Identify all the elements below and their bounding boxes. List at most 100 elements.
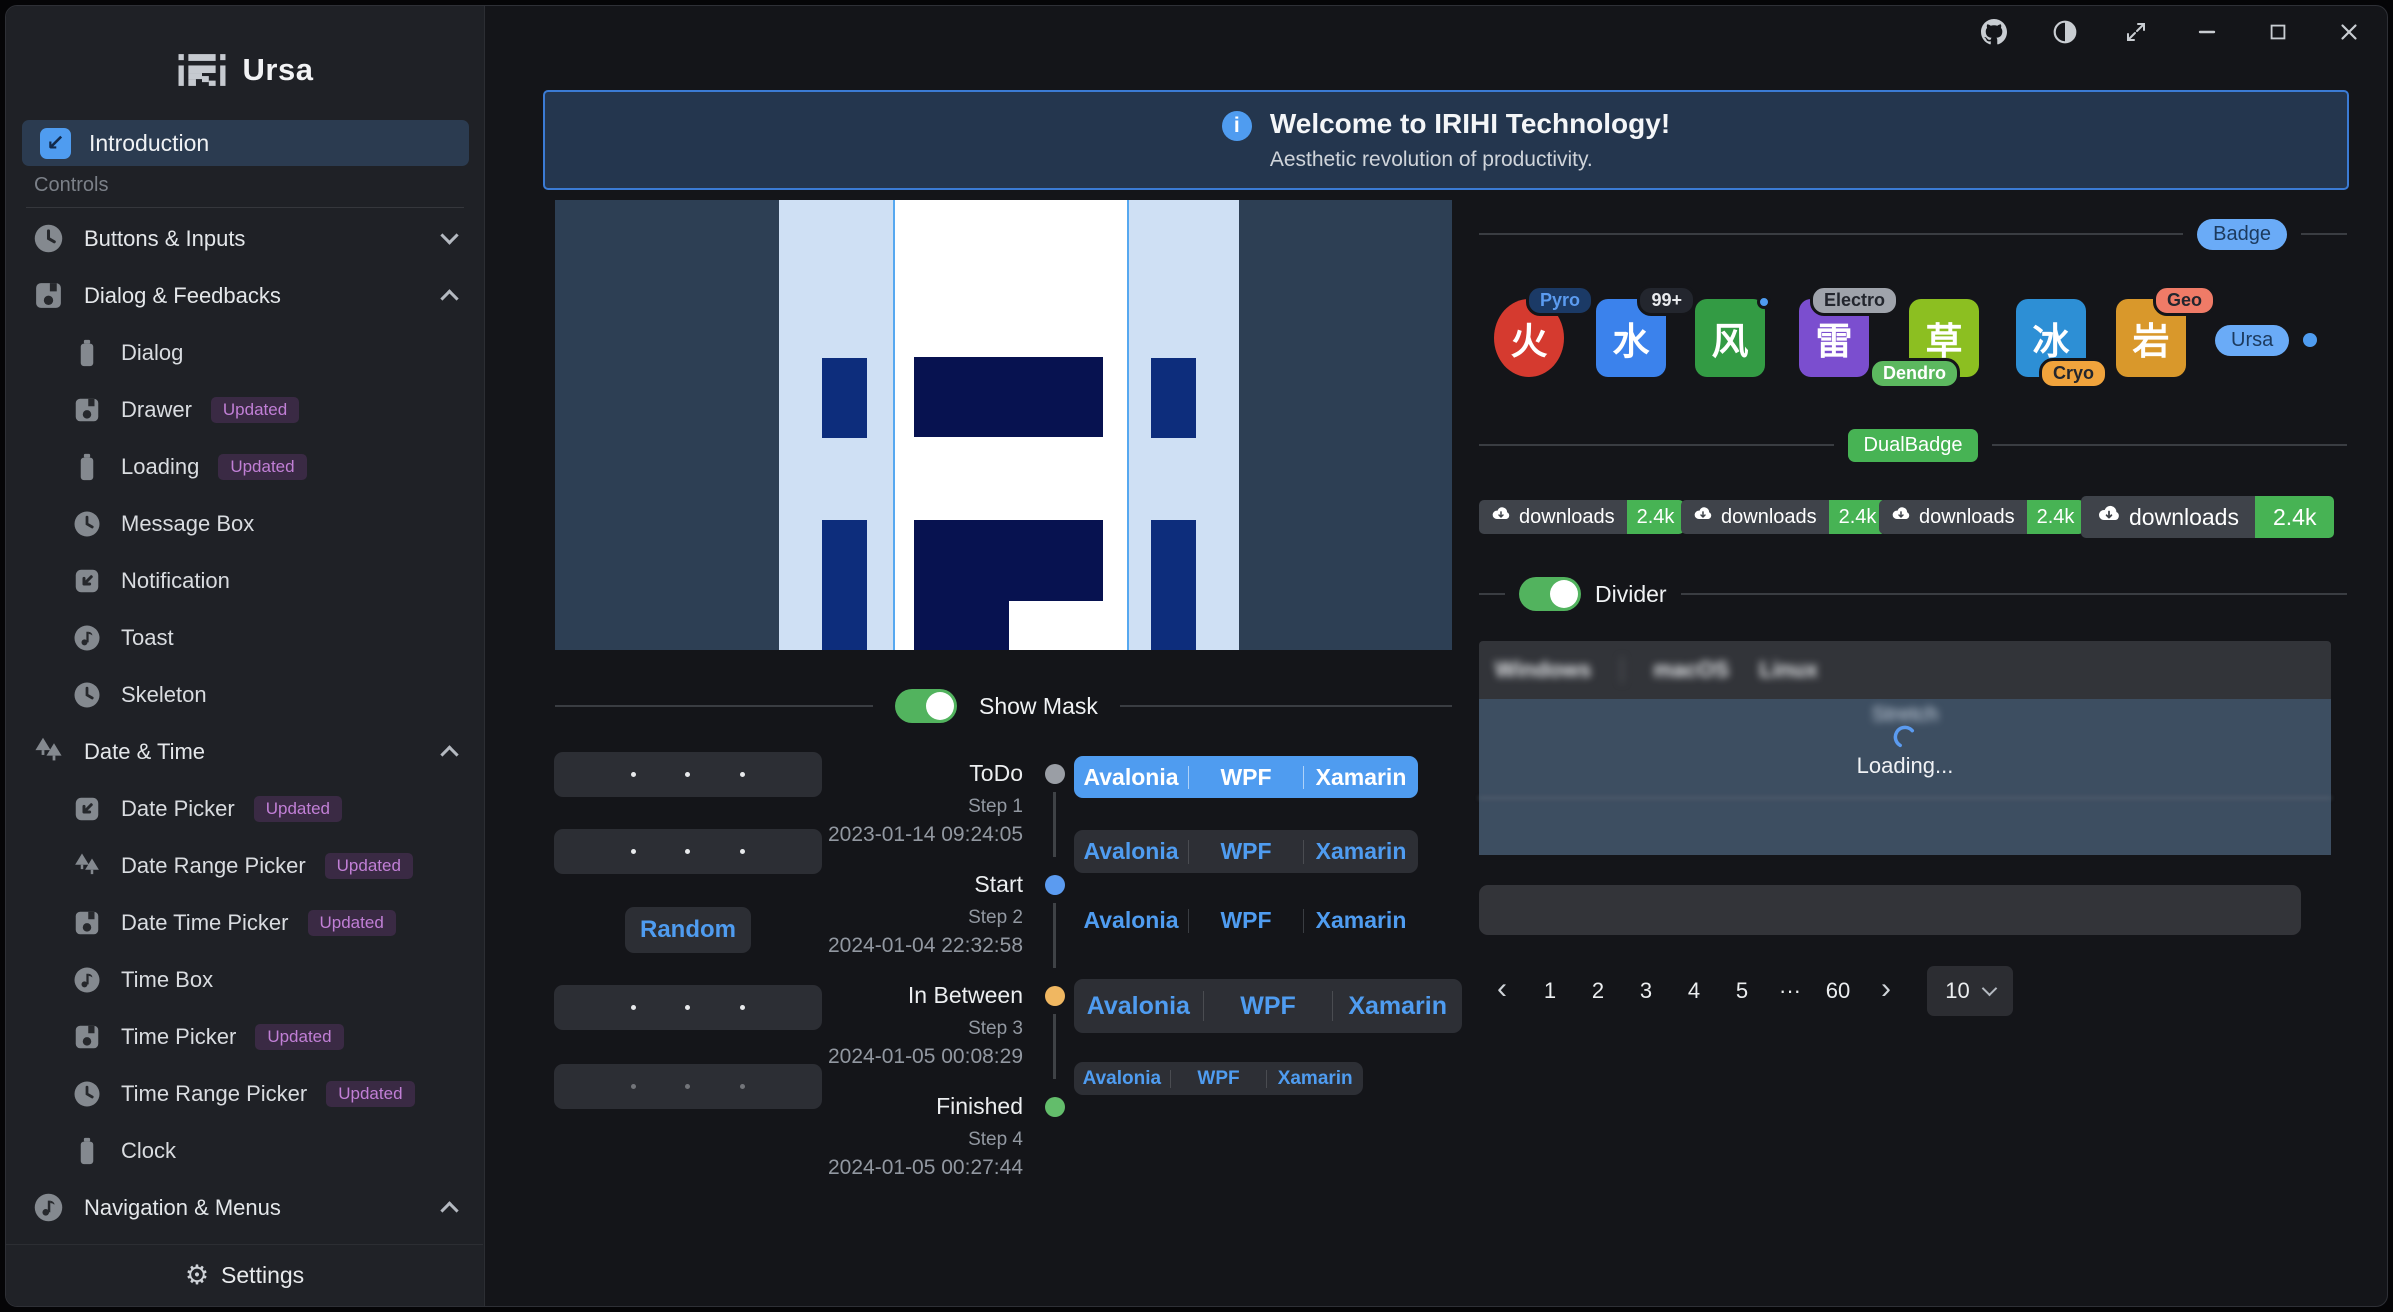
cloud-download-icon [2097, 502, 2121, 532]
dual-badges-row: downloads2.4kdownloads2.4kdownloads2.4kd… [1479, 496, 2347, 542]
clock-icon [72, 680, 102, 710]
sidebar-item-label: Date Time Picker [121, 910, 289, 936]
pagination-page-1[interactable]: 1 [1533, 972, 1567, 1010]
trees-icon [72, 851, 102, 881]
sidebar-item-time-box[interactable]: Time Box [6, 951, 484, 1008]
info-icon: i [1222, 111, 1252, 141]
dual-badge-value: 2.4k [2027, 500, 2085, 534]
dual-badge-label-text: downloads [1721, 506, 1817, 529]
sidebar-item-toast[interactable]: Toast [6, 609, 484, 666]
sidebar-item-loading[interactable]: LoadingUpdated [6, 438, 484, 495]
arrow-square-icon [72, 566, 102, 596]
introduction-arrow-icon: ↙ [40, 128, 71, 159]
sidebar-item-date-picker[interactable]: Date PickerUpdated [6, 780, 484, 837]
pagination-next-button[interactable]: › [1869, 972, 1903, 1010]
tab-strip: Windows macOS Linux [1479, 641, 2331, 699]
group-button-avalonia[interactable]: Avalonia [1074, 979, 1203, 1033]
time-box-input[interactable] [554, 985, 822, 1030]
group-button-wpf[interactable]: WPF [1189, 899, 1303, 942]
group-button-avalonia[interactable]: Avalonia [1074, 899, 1188, 942]
show-mask-toggle[interactable] [895, 689, 957, 723]
sidebar-item-time-range-picker[interactable]: Time Range PickerUpdated [6, 1065, 484, 1122]
clock-icon [72, 509, 102, 539]
dual-badge-downloads[interactable]: downloads 2.4k [1879, 500, 2084, 534]
group-button-xamarin[interactable]: Xamarin [1304, 899, 1418, 942]
group-button-xamarin[interactable]: Xamarin [1304, 756, 1418, 798]
sidebar-item-message-box[interactable]: Message Box [6, 495, 484, 552]
sidebar-item-breadcrumb[interactable]: BreadcrumbUpdated [6, 1236, 484, 1242]
button-group-demos: AvaloniaWPFXamarinAvaloniaWPFXamarinAval… [1074, 750, 1474, 1110]
divider-line [1992, 444, 2347, 446]
sidebar-item-dialog-feedbacks[interactable]: Dialog & Feedbacks [6, 267, 484, 324]
pagination-ellipsis: ··· [1773, 972, 1807, 1010]
pagination-page-5[interactable]: 5 [1725, 972, 1759, 1010]
time-box-input[interactable] [554, 1064, 822, 1109]
settings-button[interactable]: ⚙ Settings [6, 1244, 483, 1306]
sidebar-item-date-range-picker[interactable]: Date Range PickerUpdated [6, 837, 484, 894]
floppy-icon [72, 1022, 102, 1052]
time-box-input[interactable] [554, 752, 822, 797]
logo-glyph [822, 520, 867, 650]
battery-icon [72, 452, 102, 482]
group-button-xamarin[interactable]: Xamarin [1267, 1062, 1363, 1095]
sidebar-item-label: Time Box [121, 967, 213, 993]
group-button-wpf[interactable]: WPF [1189, 756, 1303, 798]
page-size-value: 10 [1945, 978, 1969, 1004]
sidebar-item-navigation-menus[interactable]: Navigation & Menus [6, 1179, 484, 1236]
timeline-connector [1053, 1014, 1056, 1079]
sidebar: Ursa ↙ Introduction Controls Buttons & I… [6, 6, 485, 1306]
badge-geo: Geo [2153, 285, 2216, 316]
group-button-wpf[interactable]: WPF [1171, 1062, 1267, 1095]
tab-windows[interactable]: Windows [1495, 657, 1591, 683]
sidebar-item-clock[interactable]: Clock [6, 1122, 484, 1179]
tabs-demo: WindowsmacOSLinux Stretch Loading... [1479, 641, 2331, 861]
group-button-avalonia[interactable]: Avalonia [1074, 1062, 1170, 1095]
dual-badge-label: downloads [1479, 500, 1627, 534]
dual-badge-downloads[interactable]: downloads2.4k [2081, 496, 2334, 538]
timeline-step-subtitle: Step 3 [968, 1018, 1023, 1040]
tab-linux[interactable]: Linux [1759, 657, 1818, 683]
pagination-page-3[interactable]: 3 [1629, 972, 1663, 1010]
sidebar-item-dialog[interactable]: Dialog [6, 324, 484, 381]
sidebar-item-time-picker[interactable]: Time PickerUpdated [6, 1008, 484, 1065]
badge-tile-electro: 雷Electro [1799, 299, 1869, 377]
group-button-wpf[interactable]: WPF [1204, 979, 1333, 1033]
sidebar-item-introduction[interactable]: ↙ Introduction [22, 120, 469, 166]
group-button-avalonia[interactable]: Avalonia [1074, 756, 1188, 798]
battery-icon [72, 338, 102, 368]
sidebar-item-notification[interactable]: Notification [6, 552, 484, 609]
dual-badge-downloads[interactable]: downloads2.4k [1479, 500, 1684, 534]
sidebar-item-label: Skeleton [121, 682, 207, 708]
group-button-xamarin[interactable]: Xamarin [1304, 830, 1418, 873]
pagination-page-4[interactable]: 4 [1677, 972, 1711, 1010]
group-button-avalonia[interactable]: Avalonia [1074, 830, 1188, 873]
sidebar-item-skeleton[interactable]: Skeleton [6, 666, 484, 723]
show-mask-row: Show Mask [555, 684, 1452, 728]
sidebar-item-date-time[interactable]: Date & Time [6, 723, 484, 780]
group-button-wpf[interactable]: WPF [1189, 830, 1303, 873]
dual-badge-downloads[interactable]: downloads2.4k [1681, 500, 1886, 534]
sidebar-item-drawer[interactable]: DrawerUpdated [6, 381, 484, 438]
random-button[interactable]: Random [625, 907, 751, 953]
sidebar-item-label: Clock [121, 1138, 176, 1164]
sidebar-item-date-time-picker[interactable]: Date Time PickerUpdated [6, 894, 484, 951]
right-column: Badge Ursa 火Pyro水99+风雷Electro草Dendro冰Cry… [1479, 6, 2347, 1307]
group-button-xamarin[interactable]: Xamarin [1333, 979, 1462, 1033]
dual-badge-label: downloads [2081, 496, 2255, 538]
divider-line [1681, 593, 2347, 595]
timeline-dot [1045, 986, 1065, 1006]
cloud-download-icon [1491, 504, 1511, 530]
sidebar-item-buttons-inputs[interactable]: Buttons & Inputs [6, 210, 484, 267]
page-size-select[interactable]: 10 [1927, 966, 2013, 1016]
arrow-square-icon [72, 794, 102, 824]
dual-badge-label-text: downloads [1919, 506, 2015, 529]
divider-line [2301, 233, 2347, 235]
time-box-input[interactable] [554, 829, 822, 874]
pagination-prev-button[interactable]: ‹ [1485, 972, 1519, 1010]
updated-badge: Updated [254, 796, 342, 822]
pagination-page-60[interactable]: 60 [1821, 972, 1855, 1010]
mask-line [893, 200, 895, 650]
pagination-page-2[interactable]: 2 [1581, 972, 1615, 1010]
divider-toggle[interactable] [1519, 577, 1581, 611]
tab-macos[interactable]: macOS [1653, 657, 1729, 683]
